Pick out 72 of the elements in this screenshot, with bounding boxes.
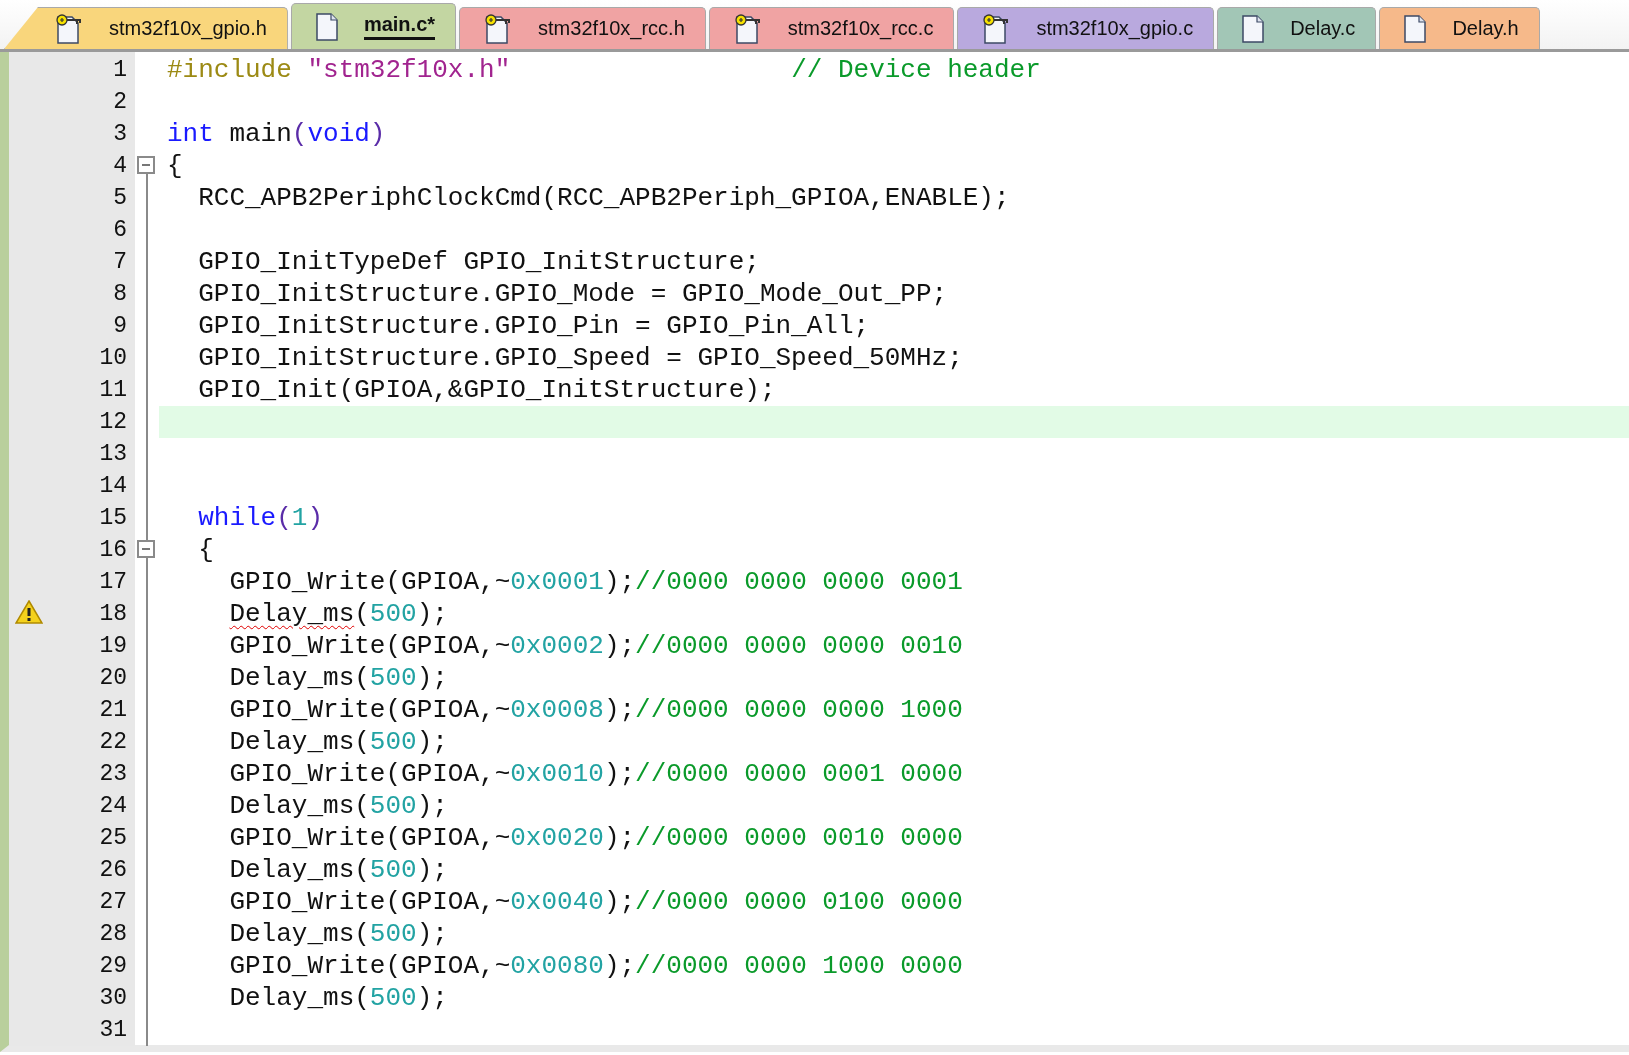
line-number: 24 — [99, 793, 127, 819]
code-line: GPIO_Init(GPIOA,&GPIO_InitStructure); — [197, 374, 776, 406]
code-line: GPIO_Write(GPIOA,~0x0080);//0000 0000 1000 0000 — [228, 950, 963, 982]
code-line: GPIO_Write(GPIOA,~0x0008);//0000 0000 0000 1000 — [228, 694, 963, 726]
line-number: 29 — [99, 953, 127, 979]
code-line: Delay_ms(500); — [228, 918, 448, 950]
code-line: GPIO_Write(GPIOA,~0x0002);//0000 0000 0000 0010 — [228, 630, 963, 662]
code-line: GPIO_InitStructure.GPIO_Pin = GPIO_Pin_All; — [197, 310, 870, 342]
line-number: 6 — [113, 217, 127, 243]
line-number: 26 — [99, 857, 127, 883]
line-number: 21 — [99, 697, 127, 723]
code-line: Delay_ms(500); — [228, 854, 448, 886]
document-key-icon — [484, 13, 513, 44]
line-number: 28 — [99, 921, 127, 947]
code-line: { — [167, 150, 183, 182]
line-number: 18 — [99, 601, 127, 627]
line-number: 23 — [99, 761, 127, 787]
code-line: Delay_ms(500); — [228, 982, 448, 1014]
fold-toggle[interactable] — [137, 156, 155, 174]
line-number: 22 — [99, 729, 127, 755]
editor-tab[interactable]: stm32f10x_gpio.c — [957, 7, 1215, 49]
code-line: GPIO_Write(GPIOA,~0x0020);//0000 0000 0010 0000 — [228, 822, 963, 854]
code-line: GPIO_InitStructure.GPIO_Mode = GPIO_Mode_Out_PP; — [197, 278, 948, 310]
line-number: 25 — [99, 825, 127, 851]
line-number: 10 — [99, 345, 127, 371]
line-number: 31 — [99, 1017, 127, 1043]
line-number: 7 — [113, 249, 127, 275]
editor-tab[interactable]: stm32f10x_rcc.h — [459, 7, 706, 49]
fold-toggle[interactable] — [137, 540, 155, 558]
code-line: RCC_APB2PeriphClockCmd(RCC_APB2Periph_GPIOA,ENABLE); — [197, 182, 1010, 214]
line-number: 2 — [113, 89, 127, 115]
code-line: Delay_ms(500); — [228, 726, 448, 758]
code-line: GPIO_InitTypeDef GPIO_InitStructure; — [197, 246, 760, 278]
line-number: 5 — [113, 185, 127, 211]
document-key-icon — [982, 13, 1011, 44]
editor-tab[interactable]: Delay.h — [1379, 7, 1540, 49]
editor-tab[interactable]: Delay.c — [1217, 7, 1377, 49]
document-key-icon — [733, 13, 762, 44]
code-line: int main(void) — [167, 118, 386, 150]
code-line: GPIO_Write(GPIOA,~0x0010);//0000 0000 0001 0000 — [228, 758, 963, 790]
line-number: 9 — [113, 313, 127, 339]
editor-tab[interactable]: stm32f10x_gpio.h — [4, 7, 288, 49]
line-number: 12 — [99, 409, 127, 435]
code-line: Delay_ms(500); — [228, 790, 448, 822]
line-number: 20 — [99, 665, 127, 691]
code-line: GPIO_InitStructure.GPIO_Speed = GPIO_Speed_50MHz; — [197, 342, 963, 374]
line-number: 14 — [99, 473, 127, 499]
line-number: 17 — [99, 569, 127, 595]
code-line: while(1) — [197, 502, 324, 534]
code-line: Delay_ms(500); — [228, 598, 448, 630]
document-icon — [315, 12, 338, 41]
document-key-icon — [55, 13, 83, 44]
editor-tab[interactable]: stm32f10x_rcc.c — [708, 7, 955, 49]
document-icon — [1242, 14, 1265, 43]
code-line: Delay_ms(500); — [228, 662, 448, 694]
code-line: #include "stm32f10x.h" // Device header — [167, 54, 1041, 86]
code-line: GPIO_Write(GPIOA,~0x0001);//0000 0000 0000 0001 — [228, 566, 963, 598]
line-number: 8 — [113, 281, 127, 307]
line-number: 30 — [99, 985, 127, 1011]
line-number: 13 — [99, 441, 127, 467]
line-number: 15 — [99, 505, 127, 531]
line-number: 16 — [99, 537, 127, 563]
line-number: 11 — [99, 377, 127, 403]
line-number: 4 — [113, 153, 127, 179]
line-number: 19 — [99, 633, 127, 659]
line-number: 3 — [113, 121, 127, 147]
line-number: 1 — [113, 57, 127, 83]
line-number: 27 — [99, 889, 127, 915]
code-line: GPIO_Write(GPIOA,~0x0040);//0000 0000 0100 0000 — [228, 886, 963, 918]
code-line: { — [197, 534, 214, 566]
editor-tab[interactable]: main.c* — [290, 3, 457, 49]
document-icon — [1404, 14, 1427, 43]
